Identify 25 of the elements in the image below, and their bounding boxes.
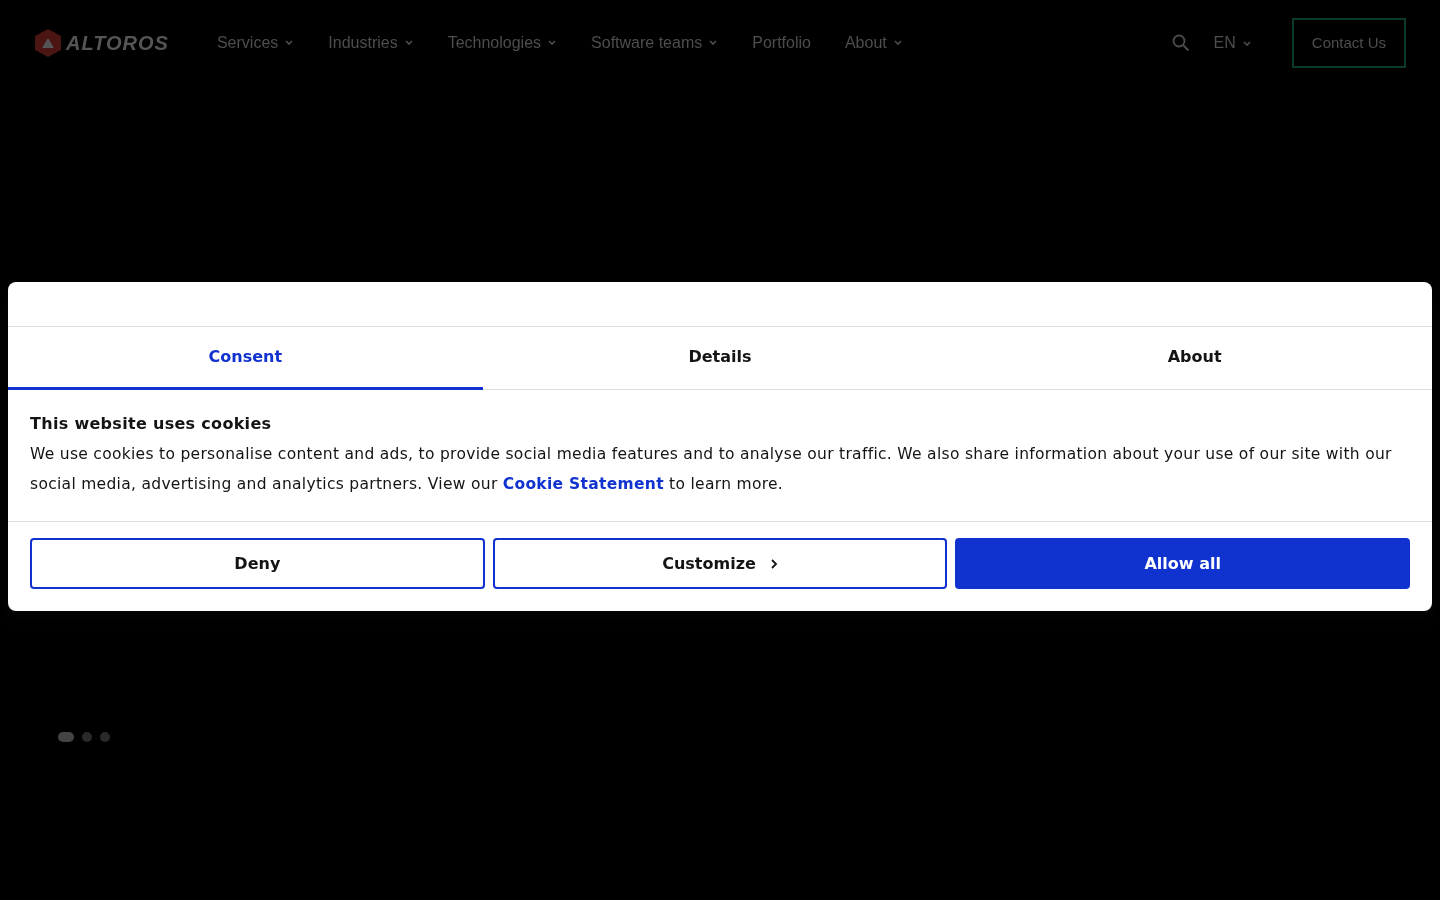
logo[interactable]: ALTOROS	[34, 28, 169, 58]
dialog-title: This website uses cookies	[30, 414, 273, 434]
dialog-tab[interactable]: About	[957, 327, 1432, 390]
nav-link[interactable]: Technologies	[447, 31, 558, 55]
logo-text: ALTOROS	[66, 31, 169, 56]
logo-hexagon-icon	[34, 28, 62, 58]
nav-link[interactable]: About	[844, 31, 903, 55]
nav-link[interactable]: Services	[216, 31, 295, 55]
dialog-tab[interactable]: Details	[482, 327, 958, 390]
consent-button[interactable]: Deny	[30, 538, 485, 590]
cookie-statement-link[interactable]: Cookie Statement	[502, 475, 664, 494]
slide-dot[interactable]	[82, 732, 92, 742]
nav-link[interactable]: Software teams	[591, 31, 719, 55]
chevron-right-icon	[769, 558, 778, 571]
contact-us-button[interactable]: Contact Us	[1291, 17, 1406, 69]
slide-dot[interactable]	[100, 732, 110, 742]
chevron-down-icon	[1241, 39, 1252, 48]
consent-button[interactable]: Customize	[492, 538, 948, 590]
search-icon[interactable]	[1171, 34, 1190, 52]
nav-link[interactable]: Portfolio	[752, 31, 811, 55]
language-selector[interactable]: EN	[1213, 31, 1252, 55]
consent-button[interactable]: Allow all	[955, 538, 1410, 590]
nav-link[interactable]: Industries	[328, 31, 414, 55]
dialog-tab[interactable]: Consent	[8, 327, 483, 390]
cookie-description: We use cookies to personalise content and ads, to provide social media features and to analyse our traffic. We also share information about your use of our site with our social media, advertising and analytics partners. View our Cookie Statement to learn more.	[30, 444, 1393, 496]
